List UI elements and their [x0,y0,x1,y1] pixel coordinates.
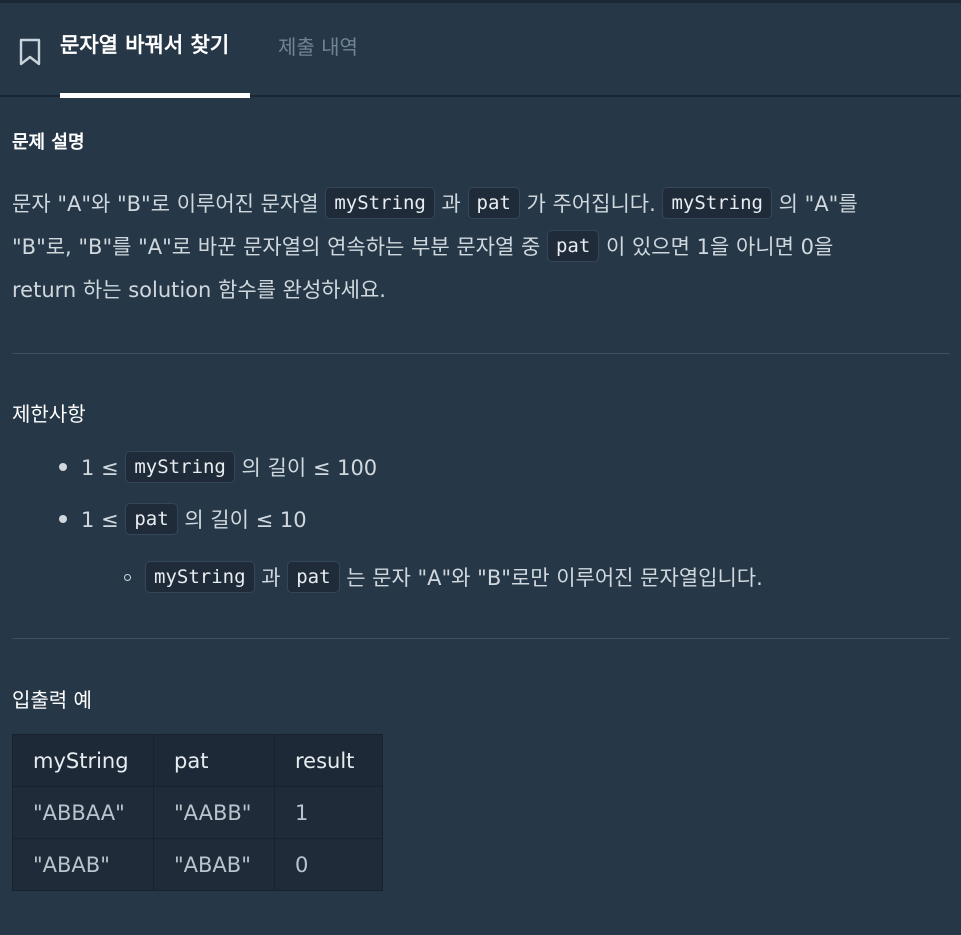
bookmark-icon[interactable] [17,37,43,67]
constraints-title: 제한사항 [12,402,86,426]
description-title: 문제 설명 [12,132,85,153]
code-mystring: myString [145,561,255,593]
column-header: pat [153,734,275,787]
divider [12,353,950,354]
table-header-row: myString pat result [12,734,383,787]
divider [12,638,950,639]
code-pat: pat [287,561,340,593]
code-mystring: myString [325,187,435,219]
description-line-3: return 하는 solution 함수를 완성하세요. [12,278,386,302]
code-pat: pat [467,187,520,219]
tab-bar: 문자열 바꿔서 찾기 제출 내역 [0,3,961,98]
tab-problem[interactable]: 문자열 바꿔서 찾기 [60,29,229,59]
bullet-icon [59,515,67,523]
examples-title: 입출력 예 [12,688,92,712]
table-cell: 1 [274,786,383,839]
table-cell: "AABB" [153,786,275,839]
constraint-subitem: myString 과 pat 는 문자 "A"와 "B"로만 이루어진 문자열입… [124,561,763,595]
description-line-1: 문자 "A"와 "B"로 이루어진 문자열 myString 과 pat 가 주… [12,183,952,226]
active-tab-indicator [60,93,250,98]
code-pat: pat [546,230,600,262]
circle-bullet-icon [124,573,131,581]
constraint-item-1: 1 ≤ myString 의 길이 ≤ 100 [59,451,377,485]
column-header: result [274,734,383,787]
description-line-2: "B"로, "B"를 "A"로 바꾼 문자열의 연속하는 부분 문자열 중 pa… [12,226,952,269]
code-pat: pat [125,503,178,535]
table-cell: 0 [274,838,383,891]
bullet-icon [59,463,67,471]
table-row: "ABBAA" "AABB" 1 [12,786,383,839]
table-cell: "ABAB" [12,838,154,891]
column-header: myString [12,734,154,787]
constraint-item-2: 1 ≤ pat 의 길이 ≤ 10 [59,503,307,537]
tab-submissions[interactable]: 제출 내역 [278,31,358,60]
table-row: "ABAB" "ABAB" 0 [12,838,383,891]
code-mystring: myString [125,451,235,483]
table-cell: "ABAB" [153,838,275,891]
code-mystring: myString [662,187,772,219]
table-cell: "ABBAA" [12,786,154,839]
examples-table: myString pat result "ABBAA" "AABB" 1 "AB… [12,734,383,891]
